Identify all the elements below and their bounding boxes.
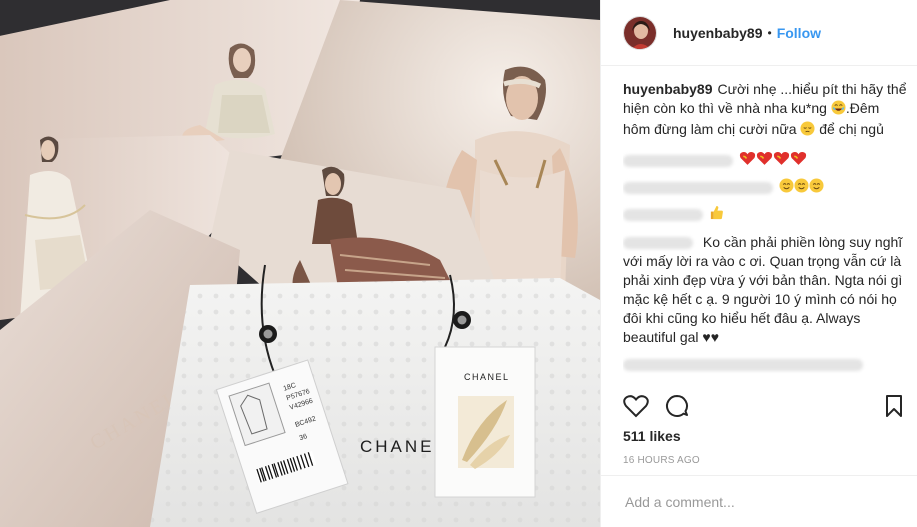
bag-brand-text: CHANEL — [360, 437, 447, 456]
comment-bubble-icon — [666, 395, 688, 417]
red-heart-icon — [790, 151, 807, 171]
comment-row — [623, 205, 907, 225]
red-heart-icon — [773, 151, 790, 171]
comment-long: Ko cần phải phiền lòng suy nghĩ với mấy … — [623, 233, 907, 347]
header-separator: • — [767, 25, 772, 40]
post-author-username[interactable]: huyenbaby89 — [673, 25, 762, 41]
comment-row — [623, 355, 907, 375]
svg-text:CHANEL: CHANEL — [464, 372, 510, 382]
hang-tag-right: CHANEL — [434, 346, 536, 498]
avatar[interactable] — [623, 15, 657, 50]
caption-text-3: để chị ngủ — [819, 121, 884, 137]
red-heart-icon — [756, 151, 773, 171]
post-timestamp[interactable]: 16 HOURS AGO — [623, 455, 700, 466]
hidden-comment-username — [623, 237, 693, 250]
comment-row — [623, 178, 907, 198]
post-caption: huyenbaby89 Cười nhẹ ...hiểu pít thi hãy … — [623, 80, 907, 141]
save-button[interactable] — [885, 394, 903, 423]
follow-button[interactable]: Follow — [777, 25, 821, 41]
photo-scene: CHANEL CHANEL 18C P57676 V42966 BC492 36 — [0, 0, 600, 527]
comments-list: huyenbaby89 Cười nhẹ ...hiểu pít thi hãy … — [623, 80, 907, 380]
heart-outline-icon — [623, 395, 649, 418]
hidden-comment-username — [623, 209, 703, 221]
smile-icon — [779, 178, 794, 198]
red-heart-icon — [739, 151, 756, 171]
comment-text: Ko cần phải phiền lòng suy nghĩ với mấy … — [623, 234, 903, 345]
caption-username[interactable]: huyenbaby89 — [623, 81, 712, 97]
post-photo[interactable]: CHANEL CHANEL 18C P57676 V42966 BC492 36 — [0, 0, 600, 527]
post-sidebar: huyenbaby89 • Follow huyenbaby89 Cười nhẹ… — [600, 0, 917, 527]
smile-icon — [794, 178, 809, 198]
hidden-comment-username — [623, 359, 863, 371]
add-comment-bar — [601, 475, 917, 527]
bookmark-icon — [886, 395, 902, 417]
add-comment-input[interactable] — [623, 492, 887, 511]
comment-row — [623, 151, 907, 171]
laughing-icon — [831, 100, 846, 120]
likes-count[interactable]: 511 likes — [623, 428, 681, 444]
like-button[interactable] — [623, 394, 649, 423]
post-header: huyenbaby89 • Follow — [601, 0, 917, 66]
thumbs-up-icon — [709, 205, 724, 225]
hidden-comment-username — [623, 182, 773, 194]
smile-icon — [809, 178, 824, 198]
hidden-comment-username — [623, 155, 733, 167]
comment-button[interactable] — [665, 394, 689, 423]
sleepy-icon — [800, 121, 815, 141]
action-bar — [623, 394, 903, 422]
